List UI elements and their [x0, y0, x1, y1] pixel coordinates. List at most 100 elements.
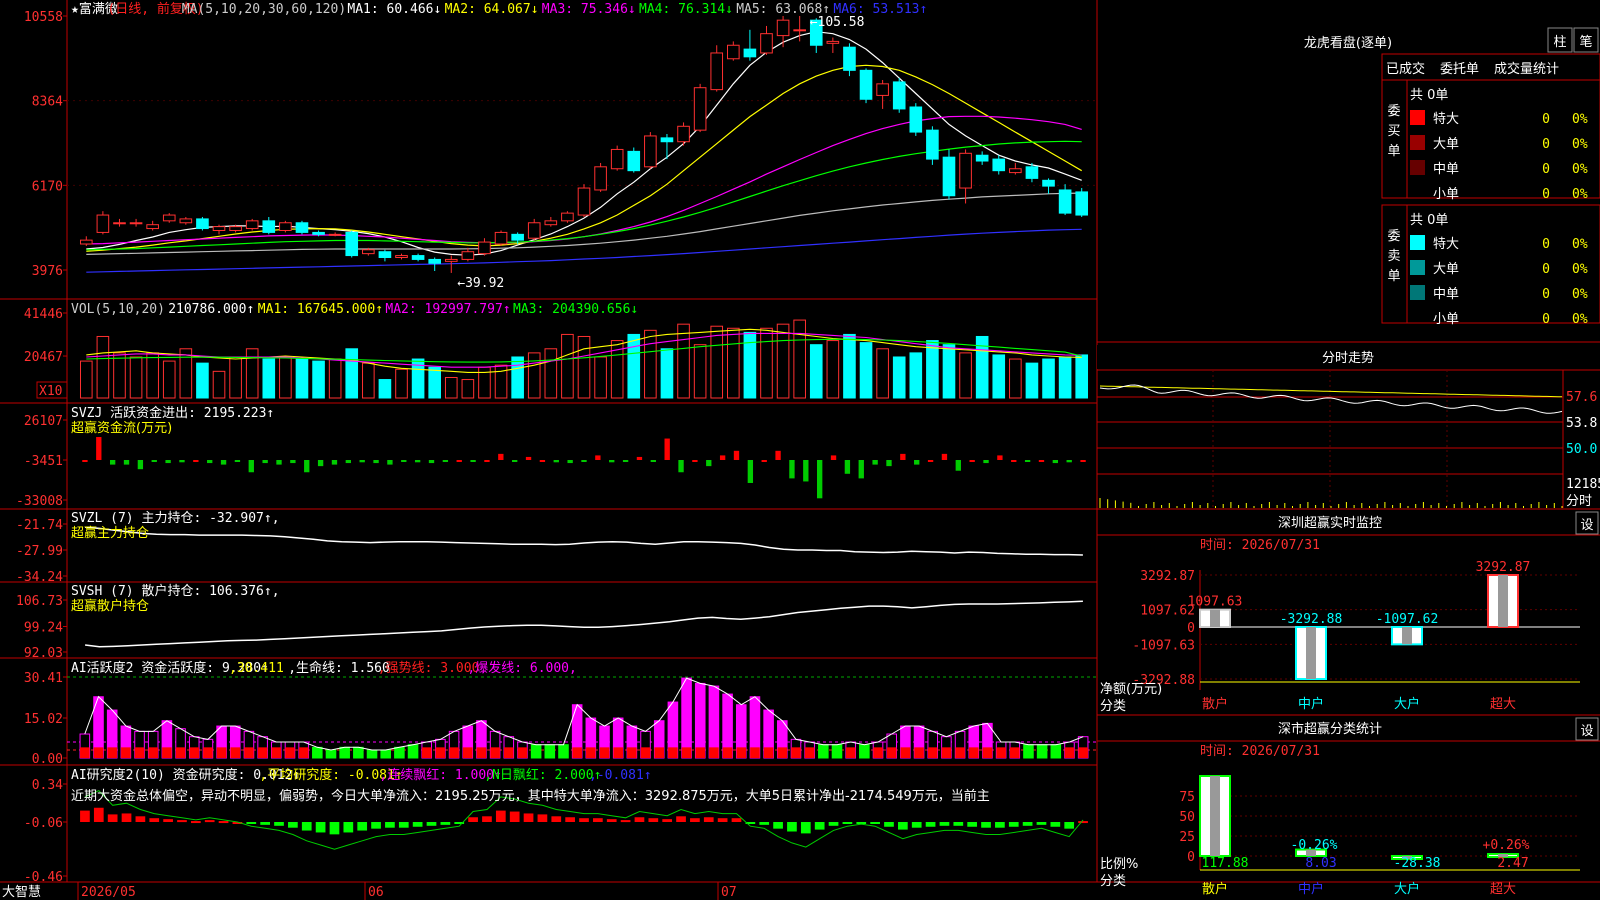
ai2-bar [634, 817, 645, 822]
ai2-bar [842, 822, 853, 824]
ai1-base-bar [476, 747, 487, 758]
volume-bar [909, 352, 923, 399]
candle-body [1075, 191, 1089, 216]
header-item: ,-0.081↑ [589, 768, 652, 783]
volume-bar [1058, 356, 1072, 399]
tab-0[interactable]: 已成交 [1386, 61, 1425, 77]
order-total: 共 0单 [1410, 213, 1448, 228]
monitor-time: 时间: 2026/07/31 [1200, 538, 1320, 553]
date-label: 2026/05 [81, 885, 136, 900]
svzj-subtitle: 超赢资金流(万元) [71, 420, 172, 436]
monitor-bar-core [1498, 575, 1508, 627]
ai1-base-bar [421, 747, 432, 758]
candle-body [196, 218, 209, 230]
svzj-bar [220, 460, 227, 465]
ai1-base-bar [203, 747, 213, 758]
order-pct: 0% [1572, 137, 1588, 152]
ai1-base-bar [927, 747, 938, 758]
order-side-char: 卖 [1387, 249, 1400, 264]
candle-body [461, 251, 475, 260]
ai2-bar [177, 820, 187, 823]
candle-body [843, 46, 856, 71]
ai1-base-bar [668, 747, 678, 758]
candle-body [113, 222, 126, 225]
candle-body [428, 258, 441, 264]
ai2-bar [676, 816, 686, 822]
ai2-bar [911, 822, 922, 828]
monitor-bar-core [1306, 627, 1316, 680]
volume-bar [677, 323, 690, 399]
ai2-bar [371, 822, 381, 829]
classify-tick: 0 [1187, 850, 1195, 865]
candlesticks: ←105.58 ←39.92 [79, 15, 1089, 291]
candle-body [378, 251, 392, 258]
header-item: MA3: 75.346↓ [542, 2, 636, 17]
intraday-title: 分时走势 [1322, 350, 1374, 366]
tab-1[interactable]: 委托单 [1440, 62, 1479, 77]
ai2-bar [579, 818, 589, 822]
ai1-base-bar [503, 747, 514, 758]
svzj-bar [165, 460, 171, 464]
volume-bar [245, 348, 259, 399]
svzj-header: SVZJ 活跃资金进出: 2195.223↑超赢资金流(万元) [71, 405, 274, 436]
ai1-base-bar [80, 747, 90, 758]
volume-bar [113, 352, 126, 399]
svzj-bar [983, 460, 989, 464]
header-item: MA5: 63.068↑ [736, 2, 830, 17]
legend-swatch [1410, 235, 1425, 250]
order-type: 大单 [1433, 262, 1459, 277]
ai2-bar [662, 819, 673, 822]
ai2-commentary: 近期大资金总体偏空，异动不明显，偏弱势，今日大单净流入：2195.25万元，其中… [71, 788, 990, 804]
axis-tick: 6170 [32, 179, 63, 194]
svzj-bar [1080, 460, 1086, 462]
axis-tick: -27.99 [16, 544, 63, 559]
ai1-base-bar [216, 747, 227, 758]
svzj-bar [193, 460, 199, 462]
candle-body [975, 154, 989, 162]
candle-body [229, 226, 242, 231]
axis-tick: -3451 [24, 454, 63, 469]
ai2-bar [80, 810, 90, 822]
header-item: MA3: 204390.656↓ [513, 302, 638, 317]
ai1-base-bar [134, 747, 145, 758]
candle-body [1042, 179, 1055, 187]
order-count: 0 [1542, 187, 1550, 202]
svzj-bar [470, 460, 476, 462]
ai2-bar [1064, 822, 1075, 829]
date-label: 06 [368, 885, 384, 900]
legend-swatch [1410, 135, 1425, 150]
tab-2[interactable]: 成交量统计 [1494, 61, 1559, 77]
candle-body [1025, 166, 1039, 179]
legend-swatch [1410, 260, 1425, 275]
candle-body [312, 231, 325, 235]
ai1-base-bar [93, 747, 104, 758]
ai1-base-bar [968, 747, 979, 758]
ai2-bar [759, 822, 770, 825]
volume-bar [1009, 358, 1022, 399]
svzj-bar [248, 460, 254, 473]
volume-bar [959, 352, 972, 399]
candle-body [577, 187, 591, 216]
classify-category: 散户 [1202, 881, 1228, 897]
svzj-bar [401, 460, 407, 462]
ai1-bar [681, 677, 692, 759]
classify-xlabel: 分类 [1100, 874, 1126, 889]
volume-bar [926, 340, 939, 399]
axis-tick: 92.03 [24, 646, 63, 661]
ai1-bars [67, 676, 1097, 759]
ai2-bar [204, 820, 215, 823]
svzj-bar [872, 460, 878, 465]
candle-body [162, 214, 176, 222]
volume-bar [1025, 362, 1039, 399]
axis-tick: 26107 [24, 414, 63, 429]
svzj-bar [678, 460, 684, 473]
volume-bar [727, 327, 740, 399]
ai2-bar [593, 818, 603, 822]
svzj-bar [553, 460, 559, 463]
svzj-bar [609, 460, 615, 463]
svzj-bar [484, 460, 490, 462]
svzj-bar [137, 460, 144, 470]
ai1-base-bar [941, 747, 952, 758]
volume-bar [1075, 354, 1089, 399]
ai2-bar [482, 816, 492, 822]
